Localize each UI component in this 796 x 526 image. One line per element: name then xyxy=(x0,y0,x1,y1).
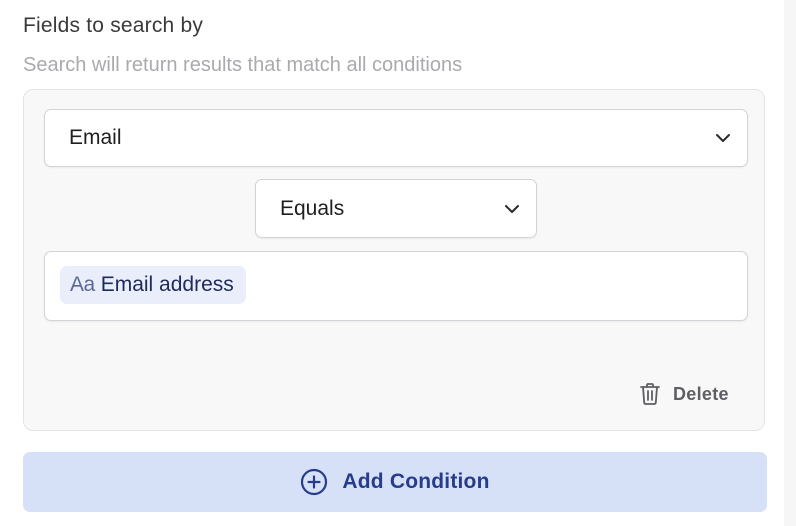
value-input[interactable]: Aa Email address xyxy=(44,251,748,321)
value-token-chip[interactable]: Aa Email address xyxy=(60,266,246,304)
field-select-value: Email xyxy=(69,126,122,149)
section-description: Search will return results that match al… xyxy=(23,54,463,76)
plus-circle-icon xyxy=(301,468,328,496)
scroll-gutter xyxy=(784,0,796,526)
delete-label: Delete xyxy=(673,383,729,404)
section-title: Fields to search by xyxy=(23,14,204,37)
chevron-down-icon xyxy=(505,204,519,213)
search-fields-panel: Fields to search by Search will return r… xyxy=(0,0,796,526)
trash-icon xyxy=(640,383,660,405)
operator-select[interactable]: Equals xyxy=(255,179,537,238)
field-select[interactable]: Email xyxy=(44,109,748,167)
delete-condition-button[interactable]: Delete xyxy=(639,379,729,409)
condition-card: Email Equals Aa Email address Delete xyxy=(23,89,765,431)
text-type-icon: Aa xyxy=(70,273,95,296)
add-condition-button[interactable]: Add Condition xyxy=(23,452,767,512)
chevron-down-icon xyxy=(716,134,730,142)
value-token-label: Email address xyxy=(100,273,234,296)
operator-select-value: Equals xyxy=(280,196,345,220)
add-condition-label: Add Condition xyxy=(342,470,490,493)
